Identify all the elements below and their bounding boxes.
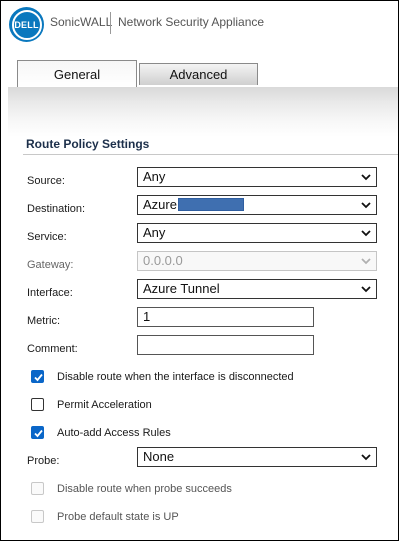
chevron-down-icon xyxy=(361,286,371,293)
header-divider xyxy=(110,12,111,34)
permit-acceleration-checkbox[interactable] xyxy=(31,398,44,411)
tab-content-band xyxy=(8,87,398,137)
probe-select[interactable]: None xyxy=(137,447,377,467)
check-icon xyxy=(34,429,43,438)
check-icon xyxy=(34,373,43,382)
tab-strip: General Advanced xyxy=(8,60,398,90)
destination-value: Azure xyxy=(143,197,177,212)
comment-label: Comment: xyxy=(27,343,78,355)
chevron-down-icon xyxy=(361,202,371,209)
gateway-select: 0.0.0.0 xyxy=(137,251,377,271)
chevron-down-icon xyxy=(361,174,371,181)
chevron-down-icon xyxy=(361,258,371,265)
auto-add-rules-checkbox[interactable] xyxy=(31,426,44,439)
disable-route-probe-checkbox xyxy=(31,482,44,495)
chevron-down-icon xyxy=(361,454,371,461)
service-label: Service: xyxy=(27,231,67,243)
gateway-value: 0.0.0.0 xyxy=(143,253,183,268)
dell-logo-text: DELL xyxy=(11,9,42,40)
interface-select[interactable]: Azure Tunnel xyxy=(137,279,377,299)
brand-name: SonicWALL xyxy=(50,15,113,29)
section-title: Route Policy Settings xyxy=(26,137,150,151)
comment-input[interactable] xyxy=(137,335,314,355)
probe-label: Probe: xyxy=(27,455,60,467)
source-select[interactable]: Any xyxy=(137,167,377,187)
interface-label: Interface: xyxy=(27,287,73,299)
header: DELL SonicWALL Network Security Applianc… xyxy=(1,1,398,49)
source-value: Any xyxy=(143,169,166,184)
dialog-frame: DELL SonicWALL Network Security Applianc… xyxy=(0,0,399,541)
interface-value: Azure Tunnel xyxy=(143,281,220,296)
chevron-down-icon xyxy=(361,230,371,237)
product-name: Network Security Appliance xyxy=(118,15,265,29)
permit-acceleration-label: Permit Acceleration xyxy=(57,399,152,411)
service-select[interactable]: Any xyxy=(137,223,377,243)
section-divider xyxy=(23,154,398,155)
service-value: Any xyxy=(143,225,166,240)
auto-add-rules-label: Auto-add Access Rules xyxy=(57,427,171,439)
destination-label: Destination: xyxy=(27,203,86,215)
probe-value: None xyxy=(143,449,175,464)
probe-default-up-checkbox xyxy=(31,510,44,523)
probe-default-up-label: Probe default state is UP xyxy=(57,511,179,523)
destination-select[interactable]: Azure xyxy=(137,195,377,215)
redaction-block xyxy=(177,198,244,211)
tab-general[interactable]: General xyxy=(17,60,137,87)
metric-input[interactable]: 1 xyxy=(137,307,314,327)
disable-route-checkbox[interactable] xyxy=(31,370,44,383)
disable-route-label: Disable route when the interface is disc… xyxy=(57,371,294,383)
source-label: Source: xyxy=(27,175,65,187)
metric-label: Metric: xyxy=(27,315,60,327)
gateway-label: Gateway: xyxy=(27,259,74,271)
dell-logo: DELL xyxy=(9,7,44,42)
tab-advanced[interactable]: Advanced xyxy=(139,63,258,85)
disable-route-probe-label: Disable route when probe succeeds xyxy=(57,483,232,495)
